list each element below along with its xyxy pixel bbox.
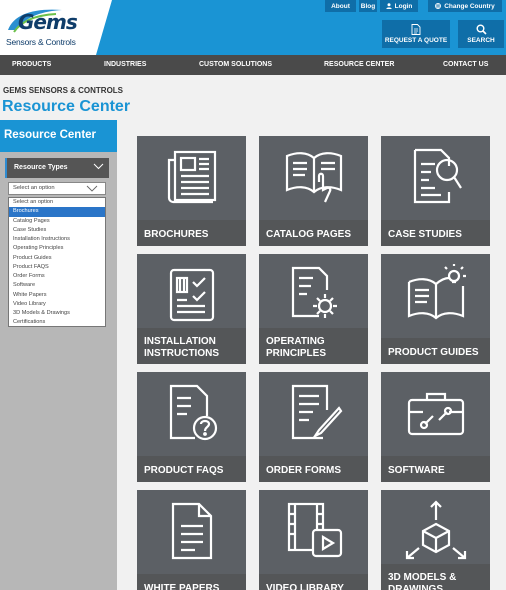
resource-types-label: Resource Types <box>14 164 68 171</box>
option-installation-instructions[interactable]: Installation Instructions <box>9 235 105 244</box>
option-select-an-option[interactable]: Select an option <box>9 198 105 207</box>
resource-type-select[interactable]: Select an option <box>8 182 106 195</box>
tile-label-text: 3D MODELS & DRAWINGS <box>388 572 457 590</box>
main-nav: PRODUCTS INDUSTRIES CUSTOM SOLUTIONS RES… <box>0 55 506 75</box>
login-label: Login <box>394 2 413 10</box>
globe-icon <box>435 3 442 9</box>
option-product-faqs[interactable]: Product FAQS <box>9 263 105 272</box>
tile-software[interactable]: SOFTWARE <box>381 372 490 482</box>
tile-label: BROCHURES <box>137 220 246 246</box>
document-lines-icon <box>161 500 223 562</box>
tile-case-studies[interactable]: CASE STUDIES <box>381 136 490 246</box>
tile-white-papers[interactable]: WHITE PAPERS <box>137 490 246 590</box>
option-order-forms[interactable]: Order Forms <box>9 272 105 281</box>
tile-label: OPERATING PRINCIPLES <box>259 328 368 364</box>
tile-label: 3D MODELS & DRAWINGS <box>381 564 490 590</box>
toolbox-icon <box>405 382 467 444</box>
open-book-hand-icon <box>283 146 345 208</box>
tile-video-library[interactable]: VIDEO LIBRARY <box>259 490 368 590</box>
search-icon <box>476 24 487 35</box>
about-link[interactable]: About <box>325 0 356 12</box>
tile-product-guides[interactable]: PRODUCT GUIDES <box>381 254 490 364</box>
option-product-guides[interactable]: Product Guides <box>9 254 105 263</box>
option-software[interactable]: Software <box>9 281 105 290</box>
blog-link[interactable]: Blog <box>359 0 377 12</box>
checklist-icon <box>161 264 223 326</box>
document-question-icon <box>161 382 223 444</box>
nav-products[interactable]: PRODUCTS <box>12 55 51 75</box>
user-icon <box>385 3 392 9</box>
tile-catalog-pages[interactable]: CATALOG PAGES <box>259 136 368 246</box>
tile-label: SOFTWARE <box>381 456 490 482</box>
option-brochures[interactable]: Brochures <box>9 207 105 217</box>
tile-label-text: INSTALLATION INSTRUCTIONS <box>144 336 219 359</box>
tile-label: INSTALLATION INSTRUCTIONS <box>137 328 246 364</box>
request-quote-label: REQUEST A QUOTE <box>384 37 448 44</box>
change-country-link[interactable]: Change Country <box>428 0 502 12</box>
breadcrumb: GEMS SENSORS & CONTROLS <box>3 86 124 95</box>
form-pencil-icon <box>283 382 345 444</box>
gems-logo[interactable]: Gems Sensors & Controls <box>4 6 94 50</box>
resource-type-options: Select an option Brochures Catalog Pages… <box>8 197 106 327</box>
tile-label: CASE STUDIES <box>381 220 490 246</box>
tile-label: PRODUCT GUIDES <box>381 338 490 364</box>
sidebar-heading: Resource Center <box>0 120 117 152</box>
tile-operating-principles[interactable]: OPERATING PRINCIPLES <box>259 254 368 364</box>
nav-industries[interactable]: INDUSTRIES <box>104 55 146 75</box>
option-white-papers[interactable]: White Papers <box>9 291 105 300</box>
tile-label: VIDEO LIBRARY <box>259 574 368 590</box>
nav-contact-us[interactable]: CONTACT US <box>443 55 488 75</box>
option-catalog-pages[interactable]: Catalog Pages <box>9 217 105 226</box>
option-video-library[interactable]: Video Library <box>9 300 105 309</box>
tile-product-faqs[interactable]: PRODUCT FAQS <box>137 372 246 482</box>
resource-types-toggle[interactable]: Resource Types <box>5 158 109 178</box>
tile-label: ORDER FORMS <box>259 456 368 482</box>
tile-label: CATALOG PAGES <box>259 220 368 246</box>
logo-tagline: Sensors & Controls <box>6 37 76 47</box>
tile-order-forms[interactable]: ORDER FORMS <box>259 372 368 482</box>
change-country-label: Change Country <box>444 2 495 10</box>
nav-custom-solutions[interactable]: CUSTOM SOLUTIONS <box>199 55 272 75</box>
login-link[interactable]: Login <box>380 0 418 12</box>
chevron-down-icon <box>93 163 104 170</box>
page-title: Resource Center <box>2 98 131 115</box>
tile-installation-instructions[interactable]: INSTALLATION INSTRUCTIONS <box>137 254 246 364</box>
page-header: GEMS SENSORS & CONTROLS Resource Center <box>0 75 506 120</box>
quote-document-icon <box>411 24 421 35</box>
request-quote-button[interactable]: REQUEST A QUOTE <box>382 20 450 48</box>
option-certifications[interactable]: Certifications <box>9 318 105 327</box>
sidebar: Resource Center Resource Types Select an… <box>0 120 117 590</box>
document-gear-icon <box>283 264 345 326</box>
search-label: SEARCH <box>467 37 495 44</box>
resource-grid: BROCHURES CATALOG PAGES CASE STUDIES INS… <box>117 120 506 590</box>
video-file-icon <box>283 500 345 562</box>
option-case-studies[interactable]: Case Studies <box>9 226 105 235</box>
logo-wordmark: Gems <box>18 10 78 34</box>
tile-3d-models-drawings[interactable]: 3D MODELS & DRAWINGS <box>381 490 490 590</box>
tile-label: WHITE PAPERS <box>137 574 246 590</box>
select-value: Select an option <box>13 185 55 191</box>
option-operating-principles[interactable]: Operating Principles <box>9 244 105 253</box>
site-header: Gems Sensors & Controls About Blog Login… <box>0 0 506 55</box>
search-button[interactable]: SEARCH <box>458 20 504 48</box>
tile-label: PRODUCT FAQS <box>137 456 246 482</box>
book-lightbulb-icon <box>405 264 467 326</box>
option-3d-models-drawings[interactable]: 3D Models & Drawings <box>9 309 105 318</box>
tile-brochures[interactable]: BROCHURES <box>137 136 246 246</box>
chevron-down-icon <box>86 185 98 192</box>
nav-resource-center[interactable]: RESOURCE CENTER <box>324 55 394 75</box>
document-magnifier-icon <box>405 146 467 208</box>
3d-box-icon <box>405 500 467 562</box>
newspaper-icon <box>161 146 223 208</box>
tile-label-text: OPERATING PRINCIPLES <box>266 336 327 359</box>
